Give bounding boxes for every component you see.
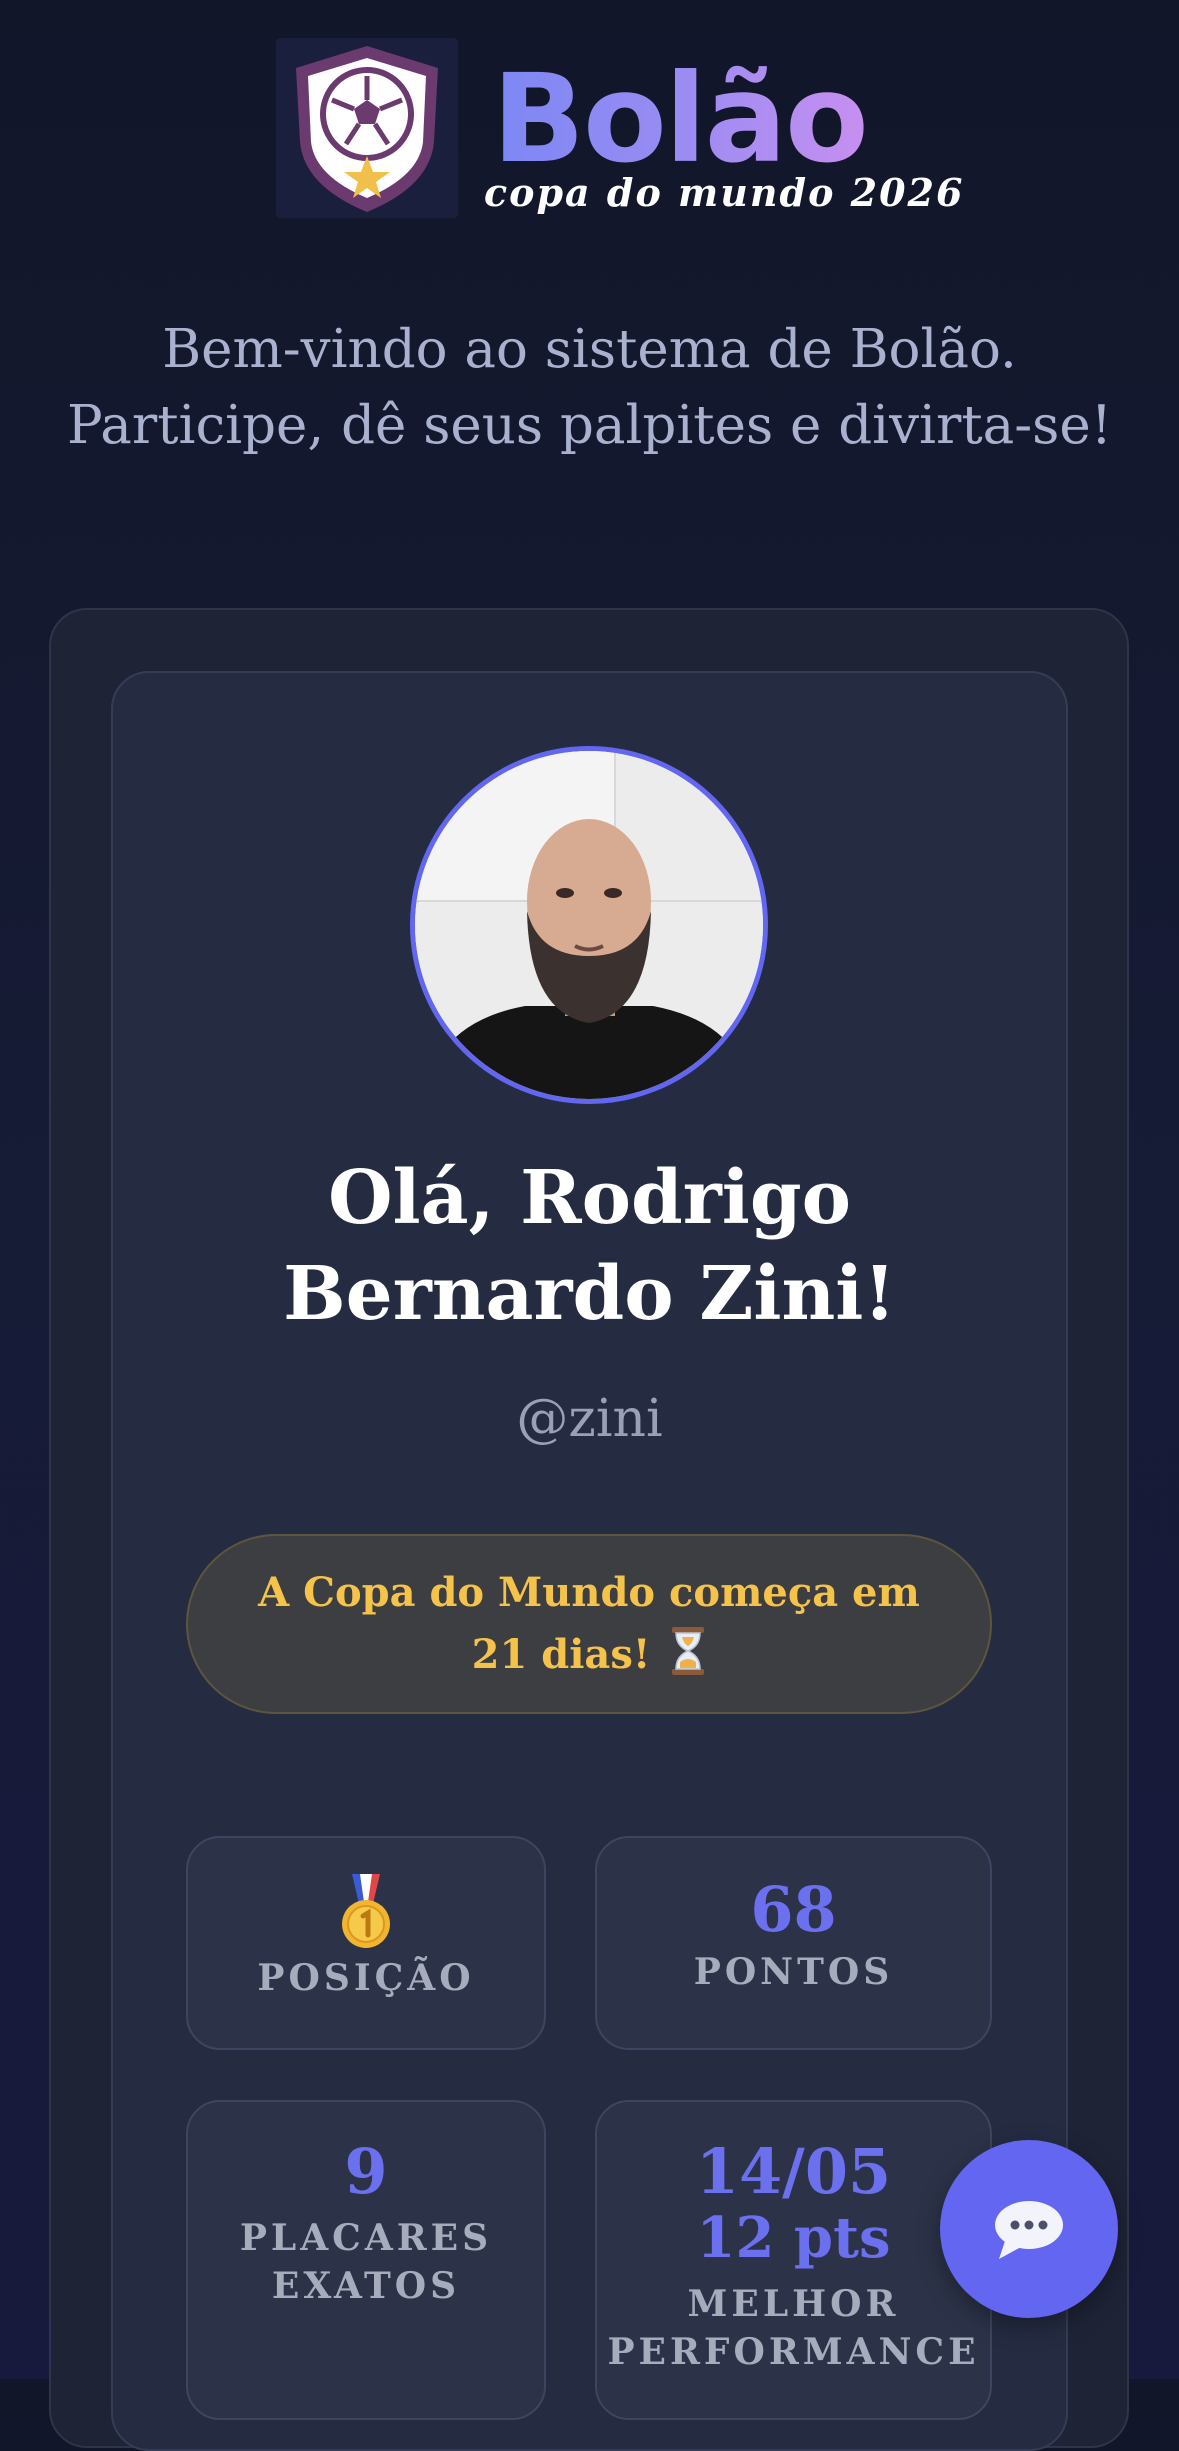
stat-value-best-points: 12 pts — [696, 2205, 891, 2271]
chat-bubble-icon — [995, 2201, 1063, 2259]
countdown-text: A Copa do Mundo começa em 21 dias! — [258, 1569, 920, 1678]
soccer-shield-logo-icon — [276, 38, 458, 218]
stat-card-position: POSIÇÃO — [186, 1836, 546, 2050]
stat-label-best-performance: MELHOR PERFORMANCE — [607, 2283, 980, 2373]
first-place-medal-icon — [342, 1874, 390, 1948]
stat-label-exact-scores: PLACARES EXATOS — [239, 2217, 493, 2307]
username-handle: @zini — [516, 1389, 663, 1449]
stat-value-best-date: 14/05 — [695, 2135, 892, 2208]
stat-card-exact-scores: 9 PLACARES EXATOS — [186, 2100, 546, 2420]
stat-label-position: POSIÇÃO — [257, 1957, 475, 1999]
user-avatar[interactable] — [410, 746, 768, 1104]
chat-button[interactable] — [940, 2140, 1118, 2318]
countdown-text-wrap: A Copa do Mundo começa em 21 dias! — [239, 1562, 939, 1686]
brand-title: Bolão — [492, 48, 869, 190]
greeting-heading: Olá, Rodrigo Bernardo Zini! — [283, 1155, 896, 1337]
hourglass-icon — [672, 1627, 705, 1675]
welcome-message: Bem-vindo ao sistema de Bolão. Participe… — [66, 319, 1113, 456]
brand-subtitle: copa do mundo 2026 — [484, 170, 965, 215]
stat-card-points: 68 PONTOS — [595, 1836, 992, 2050]
stat-value-points: 68 — [750, 1873, 837, 1946]
brand-logo[interactable]: Bolão copa do mundo 2026 — [276, 38, 962, 222]
stat-label-points: PONTOS — [693, 1951, 894, 1993]
stat-value-exact-scores: 9 — [344, 2135, 388, 2208]
user-avatar-photo-icon — [415, 751, 763, 1099]
countdown-banner: A Copa do Mundo começa em 21 dias! — [186, 1534, 992, 1714]
stat-card-best-performance: 14/05 12 pts MELHOR PERFORMANCE — [595, 2100, 992, 2420]
